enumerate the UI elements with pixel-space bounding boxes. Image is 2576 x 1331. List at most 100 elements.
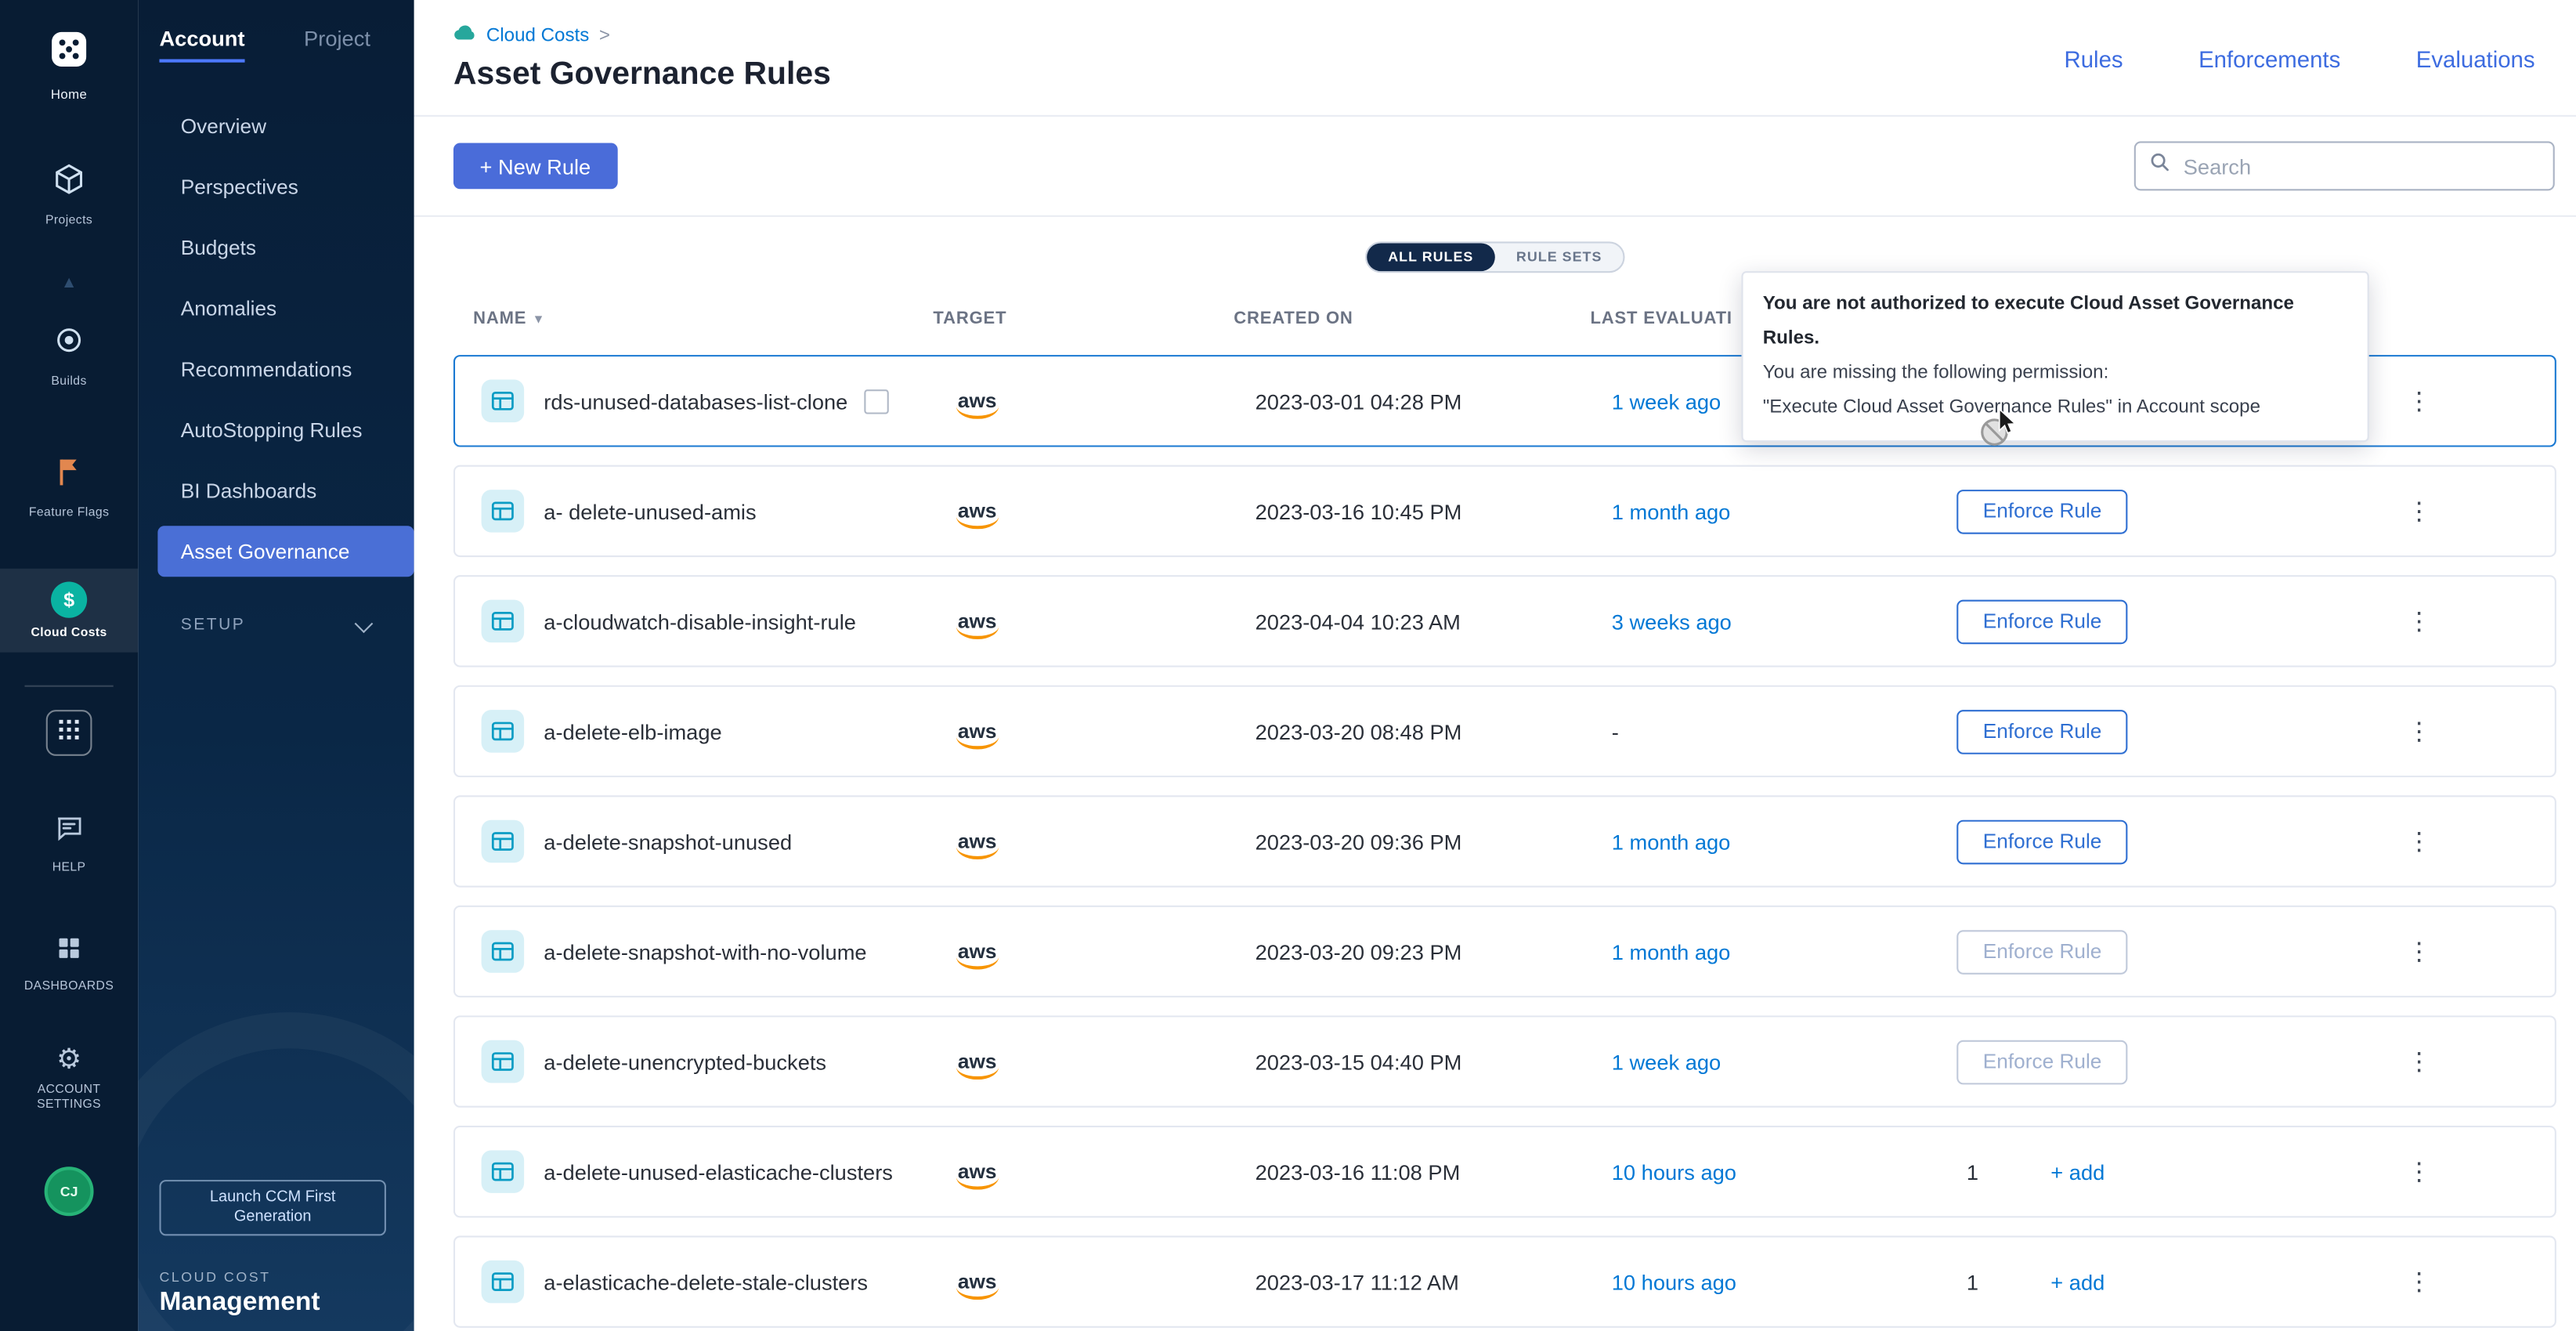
created-on: 2023-03-20 09:36 PM [1255,829,1612,853]
tab-project[interactable]: Project [304,27,370,63]
last-evaluation-link[interactable]: 3 weeks ago [1612,609,1956,633]
table-row[interactable]: a-delete-unused-elasticache-clusters aws… [453,1126,2556,1217]
enforcement-count: 1 [1967,1269,1978,1293]
rule-name: a-delete-snapshot-with-no-volume [544,939,866,964]
module-grid-button[interactable] [46,710,92,756]
table-row[interactable]: a-delete-elb-image aws 2023-03-20 08:48 … [453,685,2556,777]
sidebar-item-anomalies[interactable]: Anomalies [138,277,414,338]
table-row[interactable]: a-cloudwatch-disable-insight-rule aws 20… [453,575,2556,667]
rail-item-label: Home [51,87,87,102]
sidebar-item-bi-dashboards[interactable]: BI Dashboards [138,460,414,521]
last-evaluation-link[interactable]: 1 month ago [1612,829,1956,853]
setup-label: SETUP [181,617,246,635]
rail-item-home[interactable]: Home [0,20,138,108]
sidebar-item-autostopping-rules[interactable]: AutoStopping Rules [138,400,414,461]
kebab-menu-icon[interactable]: ⋮ [2401,827,2438,855]
kebab-menu-icon[interactable]: ⋮ [2401,938,2438,966]
setup-section-toggle[interactable]: SETUP [138,617,414,635]
kebab-menu-icon[interactable]: ⋮ [2401,1268,2438,1296]
table-row[interactable]: a-elasticache-delete-stale-clusters aws … [453,1235,2556,1327]
rail-item-label: Cloud Costs [31,624,107,639]
last-evaluation-link[interactable]: 1 month ago [1612,499,1956,523]
rail-item-label: Builds [51,373,86,388]
breadcrumb[interactable]: Cloud Costs > [453,23,610,47]
sidebar-item-recommendations[interactable]: Recommendations [138,338,414,400]
last-evaluation-link[interactable]: 10 hours ago [1612,1159,1956,1184]
kebab-menu-icon[interactable]: ⋮ [2401,607,2438,635]
enforcement-count: 1 [1967,1159,1978,1184]
rail-item-projects[interactable]: Projects [0,154,138,233]
rail-item-dashboards[interactable]: DASHBOARDS [0,927,138,999]
tab-account[interactable]: Account [159,27,244,63]
add-tag-link[interactable]: + add [2050,1269,2105,1293]
rail-item-builds[interactable]: Builds [0,316,138,395]
enforce-rule-button[interactable]: Enforce Rule [1956,819,2128,864]
ccm-nav: Overview Perspectives Budgets Anomalies … [138,96,414,577]
table-row[interactable]: a-delete-snapshot-unused aws 2023-03-20 … [453,795,2556,887]
enforce-rule-button[interactable]: Enforce Rule [1956,929,2128,974]
rail-item-help[interactable]: HELP [0,805,138,881]
rail-item-account-settings[interactable]: ⚙ ACCOUNT SETTINGS [0,1039,138,1118]
column-header-name[interactable]: NAME ▾ [453,309,933,328]
table-row[interactable]: a-delete-snapshot-with-no-volume aws 202… [453,906,2556,997]
tab-rule-sets[interactable]: RULE SETS [1495,243,1624,271]
breadcrumb-label[interactable]: Cloud Costs [486,26,589,45]
scope-tabs: Account Project [138,0,414,63]
chevron-down-icon [355,613,374,632]
rail-item-label: DASHBOARDS [24,978,114,993]
nav-link-rules[interactable]: Rules [2065,46,2123,73]
last-evaluation: - [1612,719,1956,743]
search-box[interactable] [2134,141,2555,190]
main-content: Cloud Costs > Asset Governance Rules Rul… [414,0,2576,1331]
rule-name: a- delete-unused-amis [544,499,756,523]
kebab-menu-icon[interactable]: ⋮ [2401,1158,2438,1186]
projects-icon [51,161,87,206]
created-on: 2023-03-17 11:12 AM [1255,1269,1612,1293]
enforce-rule-button[interactable]: Enforce Rule [1956,709,2128,754]
created-on: 2023-03-20 08:48 PM [1255,719,1612,743]
sidebar-item-asset-governance[interactable]: Asset Governance [157,526,414,577]
kebab-menu-icon[interactable]: ⋮ [2401,1047,2438,1076]
gear-icon: ⚙ [56,1045,81,1075]
column-header-created-on: CREATED ON [1234,309,1590,328]
copy-icon[interactable] [864,389,888,413]
search-input[interactable] [2180,152,2540,180]
tooltip-line-3: "Execute Cloud Asset Governance Rules" i… [1763,391,2348,425]
sort-caret-icon: ▾ [535,309,543,327]
rule-icon [482,380,525,423]
nav-link-enforcements[interactable]: Enforcements [2198,46,2340,73]
aws-logo-icon: aws [955,609,1000,632]
created-on: 2023-03-16 10:45 PM [1255,499,1612,523]
rules-table-section: ALL RULES RULE SETS NAME ▾ TARGET CREATE… [414,241,2576,1328]
kebab-menu-icon[interactable]: ⋮ [2401,387,2438,415]
enforce-rule-button[interactable]: Enforce Rule [1956,489,2128,533]
last-evaluation-link[interactable]: 10 hours ago [1612,1269,1956,1293]
add-tag-link[interactable]: + add [2050,1159,2105,1184]
enforce-rule-button[interactable]: Enforce Rule [1956,599,2128,644]
table-row[interactable]: a-delete-unencrypted-buckets aws 2023-03… [453,1015,2556,1107]
new-rule-button[interactable]: + New Rule [453,143,617,189]
rule-icon [482,710,525,753]
table-row[interactable]: a- delete-unused-amis aws 2023-03-16 10:… [453,465,2556,557]
nav-link-evaluations[interactable]: Evaluations [2416,46,2535,73]
user-avatar[interactable]: CJ [45,1166,94,1216]
sidebar-item-budgets[interactable]: Budgets [138,217,414,278]
enforce-rule-button[interactable]: Enforce Rule [1956,1040,2128,1084]
primary-nav-rail: Home Projects ▲ Builds Feature Flags $ C… [0,0,138,1331]
sidebar-item-perspectives[interactable]: Perspectives [138,156,414,217]
last-evaluation-link[interactable]: 1 week ago [1612,1049,1956,1073]
kebab-menu-icon[interactable]: ⋮ [2401,497,2438,526]
tab-all-rules[interactable]: ALL RULES [1367,243,1495,271]
created-on: 2023-04-04 10:23 AM [1255,609,1612,633]
sidebar-item-overview[interactable]: Overview [138,96,414,157]
collapse-triangle-icon[interactable]: ▲ [61,276,78,292]
rail-item-feature-flags[interactable]: Feature Flags [0,447,138,526]
rule-icon [482,1040,525,1083]
last-evaluation-link[interactable]: 1 month ago [1612,939,1956,964]
aws-logo-icon: aws [955,830,1000,852]
launch-ccm-first-gen-button[interactable]: Launch CCM First Generation [159,1180,385,1235]
brand-management: Management [159,1289,320,1318]
created-on: 2023-03-15 04:40 PM [1255,1049,1612,1073]
rail-item-cloud-costs[interactable]: $ Cloud Costs [0,569,138,653]
kebab-menu-icon[interactable]: ⋮ [2401,718,2438,746]
